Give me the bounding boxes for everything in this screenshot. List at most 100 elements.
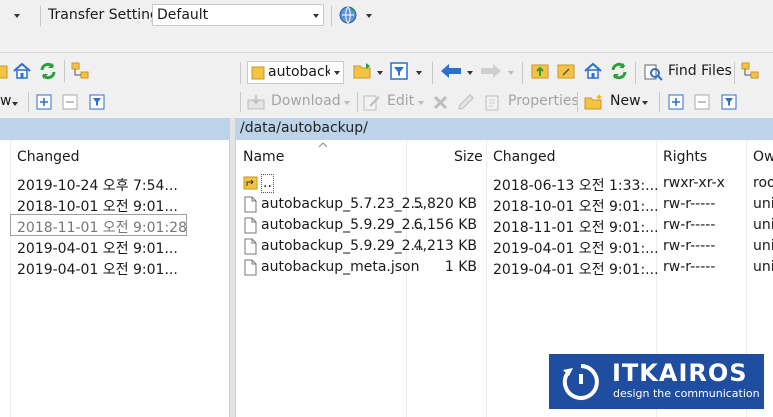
transfer-settings-select[interactable]: Default <box>152 4 324 26</box>
local-row-changed[interactable]: 2019-04-01 오전 9:01... <box>17 238 178 258</box>
column-header-name[interactable]: Name <box>243 149 284 165</box>
filter-tree-icon[interactable] <box>740 61 762 81</box>
toolbar-separator <box>659 92 660 112</box>
download-label: Download <box>271 93 341 109</box>
file-rights: rw-r----- <box>663 217 716 233</box>
toolbar-separator <box>577 92 578 112</box>
new-button[interactable]: New <box>582 90 657 114</box>
properties-button[interactable]: Properties <box>484 91 579 113</box>
column-header-changed[interactable]: Changed <box>17 149 80 165</box>
toolbar-separator <box>40 6 41 26</box>
rename-icon[interactable] <box>457 93 477 111</box>
chevron-down-icon[interactable] <box>416 71 422 75</box>
file-size: 4,213 KB <box>413 238 477 254</box>
delete-icon[interactable] <box>432 94 449 111</box>
download-button[interactable]: Download <box>245 91 353 113</box>
find-files-button[interactable]: Find Files <box>641 60 732 84</box>
forward-arrow-icon[interactable] <box>480 63 502 79</box>
open-folder-icon[interactable] <box>352 61 374 81</box>
collapse-all-icon[interactable] <box>694 94 710 110</box>
parent-directory-icon <box>243 174 259 191</box>
local-row-changed[interactable]: 2018-11-01 오전 9:01:28 <box>17 217 187 237</box>
path-dropdown[interactable]: autobackup <box>247 61 344 84</box>
file-owner: uni <box>753 238 773 254</box>
find-files-label: Find Files <box>668 63 732 79</box>
file-size: 1 KB <box>444 259 477 275</box>
chevron-down-icon[interactable] <box>377 71 383 75</box>
file-owner: uni <box>753 196 773 212</box>
chevron-down-icon[interactable] <box>467 71 473 75</box>
home-icon[interactable] <box>583 61 603 81</box>
chevron-down-icon <box>313 14 319 18</box>
chevron-down-icon[interactable] <box>12 102 18 106</box>
globe-sync-icon[interactable] <box>338 5 358 25</box>
chevron-down-icon[interactable] <box>366 14 372 18</box>
toolbar-separator <box>734 62 735 84</box>
column-header-rights[interactable]: Rights <box>663 149 707 165</box>
toolbar-separator <box>432 62 433 84</box>
view-menu-fragment[interactable]: w <box>0 93 11 109</box>
itkairos-logo: ITKAIROS design the communication <box>549 354 764 409</box>
parent-folder-icon[interactable] <box>530 61 550 81</box>
filter-tree-icon[interactable] <box>70 61 92 81</box>
file-name: autobackup_5.9.29_2... <box>261 238 424 254</box>
column-header-changed[interactable]: Changed <box>493 149 556 165</box>
local-row-changed[interactable]: 2019-04-01 오전 9:01... <box>17 259 178 279</box>
left-path-bar[interactable] <box>0 118 229 140</box>
table-row[interactable]: .. 2018-06-13 오전 1:33:... rwxr-xr-x roo <box>236 173 773 194</box>
file-rights: rwxr-xr-x <box>663 175 725 191</box>
refresh-icon[interactable] <box>609 61 629 81</box>
new-label: New <box>610 93 641 109</box>
home-icon[interactable] <box>12 61 32 81</box>
right-path-bar[interactable]: /data/autobackup/ <box>236 118 773 140</box>
properties-label: Properties <box>508 93 579 109</box>
table-row[interactable]: autobackup_5.7.23_2... 5,820 KB 2018-10-… <box>236 194 773 215</box>
back-arrow-icon[interactable] <box>440 63 462 79</box>
file-name: .. <box>261 174 274 193</box>
filter-icon[interactable] <box>721 94 737 110</box>
toolbar-dropdown-arrow[interactable] <box>14 14 20 18</box>
logo-tagline: design the communication <box>613 387 760 400</box>
toolbar-separator <box>28 92 29 112</box>
file-rights: rw-r----- <box>663 196 716 212</box>
filter-icon[interactable] <box>89 94 105 110</box>
column-separator[interactable] <box>10 140 11 417</box>
expand-all-icon[interactable] <box>36 94 52 110</box>
local-file-panel[interactable]: Changed 2019-10-24 오후 7:54... 2018-10-01… <box>0 140 229 417</box>
panel-splitter[interactable] <box>229 118 236 417</box>
download-icon <box>246 94 266 111</box>
toolbar-divider <box>0 52 773 53</box>
find-files-icon <box>643 63 663 81</box>
file-changed: 2019-04-01 오전 9:01:... <box>493 262 659 278</box>
column-header-size[interactable]: Size <box>454 149 483 165</box>
expand-all-icon[interactable] <box>668 94 684 110</box>
file-size: 6,156 KB <box>413 217 477 233</box>
file-icon <box>244 217 257 234</box>
toolbar-separator <box>240 92 241 112</box>
edit-label: Edit <box>387 93 415 109</box>
table-row[interactable]: autobackup_meta.json 1 KB 2019-04-01 오전 … <box>236 257 773 278</box>
chevron-down-icon[interactable] <box>508 71 514 75</box>
toolbar-separator <box>64 60 65 82</box>
refresh-icon[interactable] <box>38 61 58 81</box>
table-row[interactable]: autobackup_5.9.29_2... 4,213 KB 2019-04-… <box>236 236 773 257</box>
file-name: autobackup_5.7.23_2... <box>261 196 424 212</box>
local-row-changed[interactable]: 2018-10-01 오전 9:01... <box>17 196 178 216</box>
sort-ascending-icon <box>318 142 328 148</box>
local-row-changed[interactable]: 2019-10-24 오후 7:54... <box>17 175 178 195</box>
root-folder-icon[interactable] <box>556 61 576 81</box>
table-row[interactable]: autobackup_5.9.29_2... 6,156 KB 2018-11-… <box>236 215 773 236</box>
transfer-settings-label: Transfer Settings <box>48 7 167 23</box>
toolbar-separator <box>522 62 523 84</box>
path-dropdown-value: autobackup <box>268 64 330 80</box>
file-owner: uni <box>753 217 773 233</box>
toolbar-separator <box>240 62 241 84</box>
file-size: 5,820 KB <box>413 196 477 212</box>
filter-icon[interactable] <box>389 61 409 81</box>
edit-button[interactable]: Edit <box>361 91 427 113</box>
folder-icon[interactable] <box>0 63 8 81</box>
chevron-down-icon <box>344 101 350 105</box>
column-header-owner[interactable]: Ow <box>753 149 773 165</box>
collapse-all-icon[interactable] <box>62 94 78 110</box>
remote-path: /data/autobackup/ <box>240 120 368 136</box>
